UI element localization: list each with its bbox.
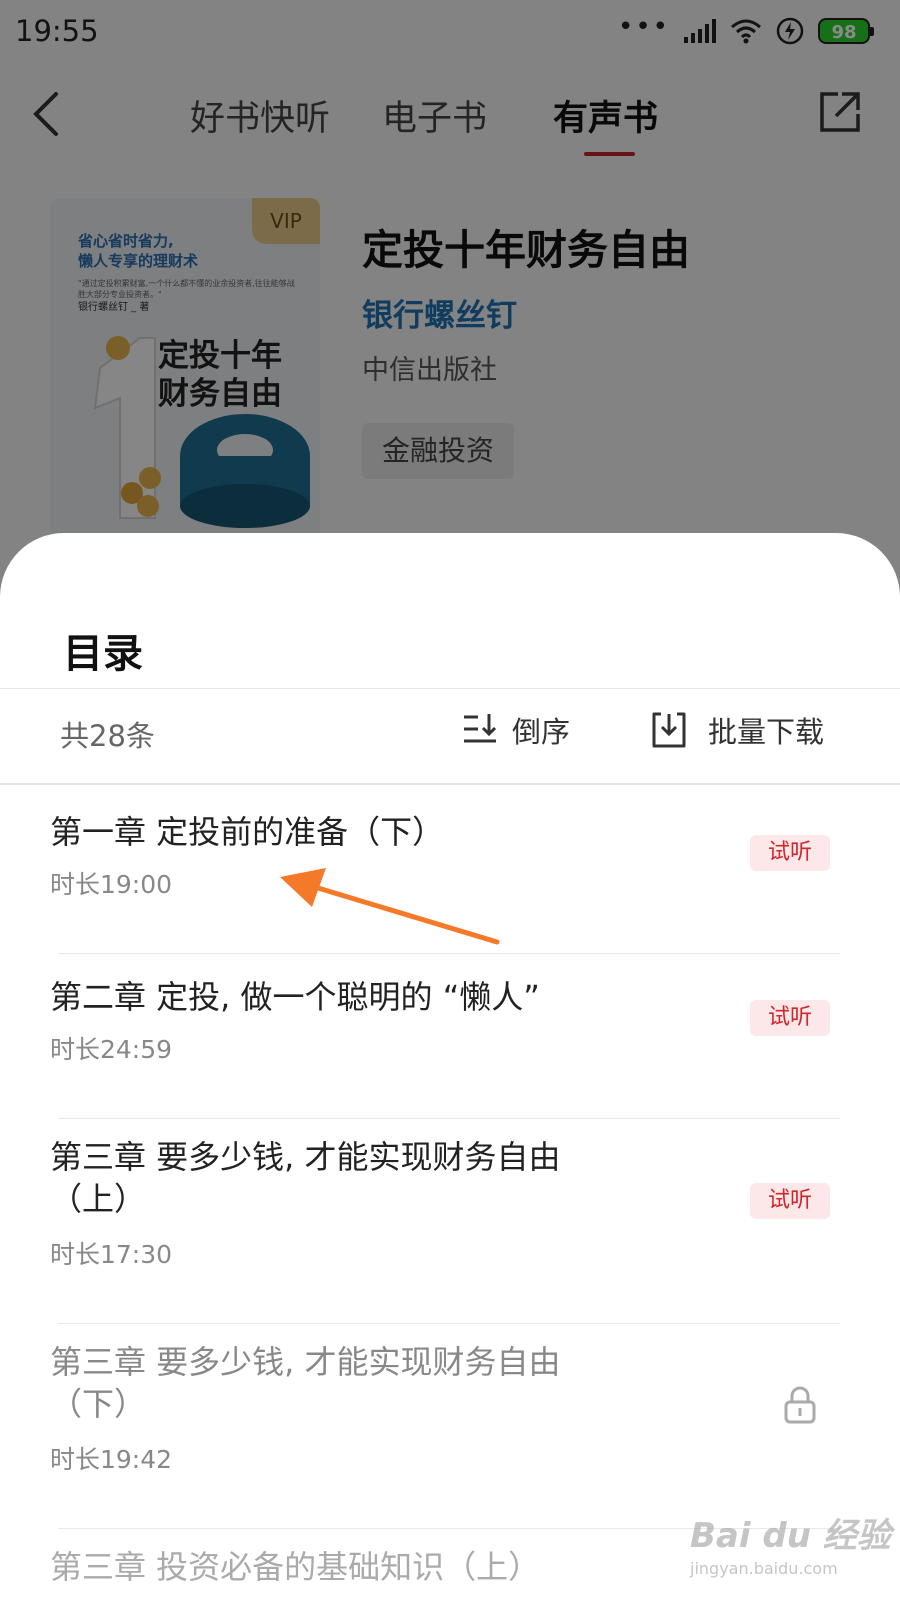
- batch-download-button[interactable]: 批量下载: [650, 703, 824, 757]
- download-icon: [652, 712, 686, 748]
- chapter-title: 第三章 投资必备的基础知识（上）: [50, 1548, 541, 1586]
- modal-overlay[interactable]: [0, 0, 900, 600]
- lock-icon: [784, 1386, 816, 1424]
- chapter-duration: 时长19:00: [50, 870, 173, 899]
- header-divider: [0, 688, 900, 689]
- chapter-duration: 时长17:30: [50, 1240, 173, 1269]
- baidu-jingyan-watermark: Bai du 经验 jingyan.baidu.com: [690, 1508, 891, 1578]
- watermark-logo: Bai du 经验: [690, 1516, 891, 1556]
- sort-icon: [464, 714, 497, 743]
- trial-badge[interactable]: 试听: [750, 835, 830, 871]
- chapter-duration: 时长19:42: [50, 1445, 173, 1474]
- trial-badge[interactable]: 试听: [750, 1183, 830, 1219]
- toc-sheet: 目录 共28条 倒序 批量下载 第一章 定投前的准备（下） 时长19:00 试听…: [0, 533, 900, 1600]
- toolbar-divider: [0, 783, 900, 785]
- chapter-title: 第二章 定投, 做一个聪明的 “懒人”: [50, 978, 540, 1016]
- row-divider: [58, 1323, 840, 1324]
- trial-badge[interactable]: 试听: [750, 1000, 830, 1036]
- chapter-duration: 时长24:59: [50, 1035, 173, 1064]
- chapter-title: 第三章 要多少钱, 才能实现财务自由（上）: [50, 1138, 561, 1218]
- download-label: 批量下载: [708, 715, 825, 749]
- watermark-url: jingyan.baidu.com: [690, 1559, 838, 1578]
- reverse-sort-button[interactable]: 倒序: [462, 705, 570, 755]
- chapter-count: 共28条: [60, 719, 155, 753]
- chapter-title: 第一章 定投前的准备（下）: [50, 813, 445, 851]
- row-divider: [58, 1118, 840, 1119]
- chapter-title: 第三章 要多少钱, 才能实现财务自由（下）: [50, 1343, 561, 1423]
- row-divider: [58, 953, 840, 954]
- toc-title: 目录: [63, 631, 143, 677]
- sort-label: 倒序: [512, 715, 571, 749]
